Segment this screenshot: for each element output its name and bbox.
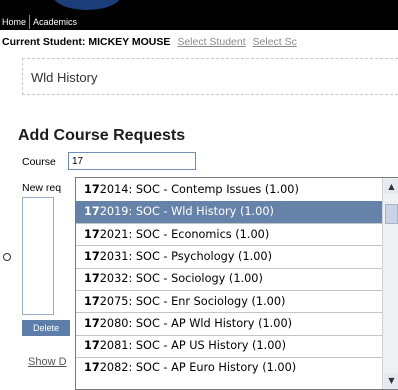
current-student-line: Current Student: MICKEY MOUSE Select Stu…: [2, 36, 297, 48]
nav-bar: Home Academics: [0, 14, 398, 30]
select-student-link[interactable]: Select Student: [177, 36, 245, 48]
select-school-link[interactable]: Select Sc: [253, 36, 297, 48]
option-label: 2014: SOC - Contemp Issues (1.00): [99, 183, 299, 196]
option-match-prefix: 17: [84, 227, 100, 241]
selected-course-box: Wld History: [22, 58, 398, 95]
radio-button[interactable]: [3, 253, 11, 261]
autocomplete-option[interactable]: 172075: SOC - Enr Sociology (1.00): [76, 291, 382, 313]
option-match-prefix: 17: [84, 361, 100, 375]
nav-home-link[interactable]: Home: [0, 15, 28, 29]
option-label: 2075: SOC - Enr Sociology (1.00): [99, 294, 286, 308]
option-label: 2080: SOC - AP Wld History (1.00): [99, 316, 293, 330]
option-match-prefix: 17: [84, 183, 100, 196]
option-label: 2031: SOC - Psychology (1.00): [99, 249, 273, 263]
autocomplete-option[interactable]: 172019: SOC - Wld History (1.00): [76, 201, 382, 224]
option-match-prefix: 17: [84, 316, 100, 330]
autocomplete-option[interactable]: 172032: SOC - Sociology (1.00): [76, 268, 382, 290]
option-label: 2021: SOC - Economics (1.00): [99, 227, 270, 241]
nav-academics-link[interactable]: Academics: [29, 15, 79, 29]
new-requests-label: New req: [22, 182, 62, 194]
scrollbar-thumb[interactable]: [385, 204, 398, 224]
option-label: 2081: SOC - AP US History (1.00): [99, 339, 287, 353]
option-match-prefix: 17: [84, 272, 100, 286]
autocomplete-option[interactable]: 172031: SOC - Psychology (1.00): [76, 246, 382, 268]
course-label: Course: [22, 156, 56, 168]
option-match-prefix: 17: [84, 339, 100, 353]
selected-course-text: Wld History: [31, 70, 98, 85]
option-label: 2019: SOC - Wld History (1.00): [99, 205, 274, 219]
new-requests-list[interactable]: [22, 197, 54, 315]
option-match-prefix: 17: [84, 249, 100, 263]
course-input[interactable]: [68, 152, 196, 170]
show-link[interactable]: Show D: [28, 356, 74, 368]
option-label: 2032: SOC - Sociology (1.00): [99, 272, 263, 286]
option-match-prefix: 17: [84, 294, 100, 308]
current-student-label: Current Student: MICKEY MOUSE: [2, 36, 171, 48]
autocomplete-option[interactable]: 172021: SOC - Economics (1.00): [76, 224, 382, 246]
autocomplete-option[interactable]: 172080: SOC - AP Wld History (1.00): [76, 313, 382, 335]
delete-button[interactable]: Delete: [22, 320, 70, 336]
chevron-down-icon[interactable]: ▼: [384, 373, 398, 388]
chevron-up-icon[interactable]: ▲: [384, 179, 398, 194]
dropdown-scrollbar[interactable]: ▲ ▼: [382, 178, 398, 389]
section-title: Add Course Requests: [18, 127, 186, 144]
autocomplete-dropdown: 172014: SOC - Contemp Issues (1.00) 17201…: [75, 177, 398, 390]
autocomplete-option[interactable]: 172014: SOC - Contemp Issues (1.00): [76, 179, 382, 201]
option-label: 2082: SOC - AP Euro History (1.00): [99, 361, 297, 375]
option-match-prefix: 17: [84, 205, 100, 219]
autocomplete-option[interactable]: 172081: SOC - AP US History (1.00): [76, 335, 382, 357]
autocomplete-option[interactable]: 172082: SOC - AP Euro History (1.00): [76, 357, 382, 379]
